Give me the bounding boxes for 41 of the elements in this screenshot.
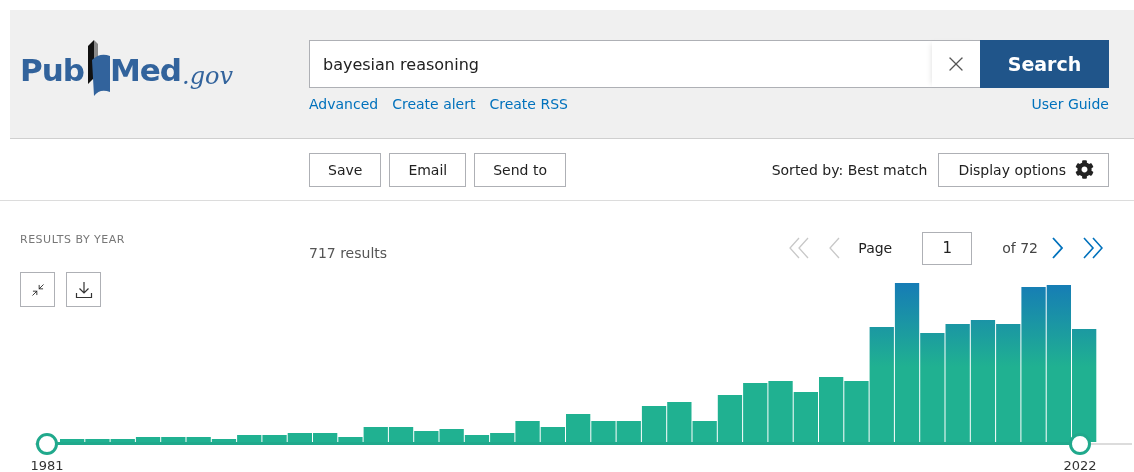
collapse-button[interactable]	[20, 272, 55, 307]
action-button[interactable]: Email	[389, 152, 467, 187]
double-chevron-left-icon	[789, 237, 810, 259]
action-button[interactable]: Save	[309, 152, 382, 187]
section-title: RESULTS BY YEAR	[20, 232, 126, 246]
double-chevron-right-icon	[1083, 237, 1103, 259]
range-thumb[interactable]	[1069, 433, 1091, 455]
download-button[interactable]	[66, 272, 101, 307]
search-field[interactable]: bayesian reasoning	[309, 40, 932, 88]
histogram-bar	[743, 383, 768, 442]
page-total: of 72	[1002, 240, 1038, 256]
histogram-bar	[793, 392, 818, 442]
histogram-bar	[819, 377, 844, 442]
chevron-right-icon	[1052, 237, 1063, 259]
clear-button[interactable]	[932, 40, 980, 88]
logo-text: Pub	[20, 55, 84, 86]
user-guide-link[interactable]: User Guide	[1031, 96, 1109, 112]
download-icon	[74, 280, 93, 299]
sort-label: Sorted by: Best match	[771, 161, 928, 178]
histogram-bar	[388, 427, 414, 442]
histogram-bar	[287, 433, 312, 442]
logo-text: Med	[110, 55, 182, 86]
results-count: 717 results	[309, 244, 388, 261]
collapse-arrows-icon	[30, 282, 45, 297]
histogram-bar	[414, 431, 439, 442]
display-options-button[interactable]: Display options	[938, 152, 1109, 187]
search-link[interactable]: Advanced	[309, 96, 379, 112]
year-label: 1981	[30, 458, 64, 472]
action-button[interactable]: Send to	[474, 152, 566, 187]
gear-icon	[1075, 160, 1094, 179]
histogram-bar	[768, 381, 793, 442]
search-link[interactable]: Create RSS	[489, 96, 568, 112]
chevron-left-icon	[829, 237, 841, 259]
year-label: 2022	[1063, 458, 1097, 472]
page-field[interactable]: 1	[922, 231, 973, 265]
histogram-bar	[591, 421, 616, 442]
range-thumb[interactable]	[36, 433, 58, 455]
page-label: Page	[858, 240, 893, 256]
search-link[interactable]: Create alert	[392, 96, 476, 112]
logo-suffix: .gov	[182, 64, 234, 88]
search-button[interactable]: Search	[980, 40, 1109, 88]
